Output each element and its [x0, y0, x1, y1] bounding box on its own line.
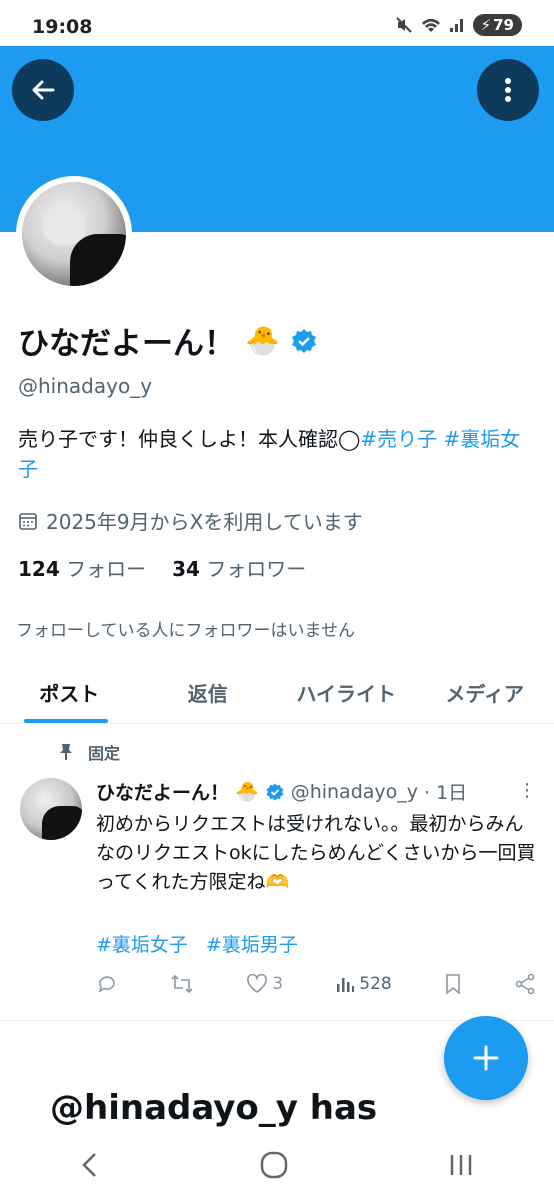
recents-icon: [450, 1155, 472, 1175]
status-icons: ⚡ 79: [395, 14, 522, 36]
heart-icon: [247, 974, 268, 993]
tab-highlights[interactable]: ハイライト: [277, 664, 416, 723]
bio-hashtag[interactable]: #売り子: [360, 427, 437, 451]
reply-button[interactable]: [96, 973, 118, 995]
tab-replies[interactable]: 返信: [139, 664, 278, 723]
plus-icon: [473, 1045, 499, 1071]
nav-home-button[interactable]: [259, 1150, 289, 1184]
verified-badge-icon: [266, 782, 284, 801]
post-hashtag[interactable]: #裏垢男子: [206, 930, 298, 957]
status-bar: 19:08 ⚡ 79: [0, 0, 554, 50]
tab-media[interactable]: メディア: [416, 664, 554, 723]
compose-post-button[interactable]: [444, 1016, 528, 1100]
views-icon: [337, 978, 355, 992]
charging-icon: ⚡: [480, 16, 492, 34]
repost-icon: [171, 974, 193, 994]
signal-icon: [449, 19, 463, 32]
views-button[interactable]: 528: [335, 974, 392, 994]
joined-text: 2025年9月からXを利用しています: [46, 510, 363, 534]
post-time: · 1日: [424, 782, 468, 804]
system-nav-bar: [0, 1134, 554, 1200]
calendar-icon: [19, 512, 37, 530]
mutual-followers-note: フォローしている人にフォロワーはいません: [16, 621, 355, 641]
active-tab-indicator: [24, 719, 108, 723]
bio-text: 売り子です！仲良くしよ！本人確認◯: [18, 427, 361, 451]
avatar-image: [22, 182, 126, 286]
mute-icon: [395, 17, 412, 33]
wifi-icon: [421, 18, 440, 32]
post-author-avatar[interactable]: [20, 778, 82, 840]
bookmark-icon: [446, 974, 460, 995]
battery-indicator: ⚡ 79: [472, 14, 522, 36]
protected-notice-title: @hinadayo_y has: [50, 1088, 378, 1128]
more-options-button[interactable]: [477, 59, 539, 121]
following-link[interactable]: 124 フォロー: [18, 553, 146, 582]
profile-bio: 売り子です！仲良くしよ！本人確認◯#売り子 #裏垢女子: [18, 424, 538, 484]
reply-icon: [98, 976, 115, 993]
post-actions: 3 528: [96, 973, 536, 995]
arrow-left-icon: [32, 80, 55, 100]
home-circle-icon: [260, 1151, 288, 1179]
share-button[interactable]: [514, 973, 536, 995]
back-button[interactable]: [12, 59, 74, 121]
display-name: ひなだよーん！: [18, 326, 235, 362]
like-count: 3: [272, 974, 284, 994]
bookmark-button[interactable]: [444, 973, 462, 995]
tab-posts[interactable]: ポスト: [0, 664, 139, 723]
chick-emoji: 🐣: [235, 781, 259, 803]
followers-link[interactable]: 34 フォロワー: [172, 553, 306, 582]
repost-button[interactable]: [170, 973, 194, 995]
status-time: 19:08: [32, 16, 93, 38]
profile-avatar[interactable]: [16, 176, 132, 292]
post-text: 初めからリクエストは受けれない。。最初からみんなのリクエストokにしたらめんどく…: [96, 813, 536, 893]
post-more-button[interactable]: ⋮: [518, 780, 536, 801]
post-hashtags: #裏垢女子 #裏垢男子: [96, 930, 298, 957]
share-icon: [515, 973, 535, 995]
chevron-left-icon: [82, 1153, 96, 1177]
profile-tabs: ポスト 返信 ハイライト メディア: [0, 664, 554, 724]
post-author-name[interactable]: ひなだよーん！: [96, 778, 229, 805]
chick-emoji: 🐣: [245, 324, 280, 357]
pinned-indicator: 固定: [58, 740, 120, 764]
view-count: 528: [359, 974, 392, 994]
post-hashtag[interactable]: #裏垢女子: [96, 930, 188, 957]
nav-back-button[interactable]: [79, 1151, 101, 1183]
nav-recents-button[interactable]: [447, 1152, 475, 1182]
pin-icon: [60, 744, 72, 760]
joined-date: 2025年9月からXを利用しています: [18, 506, 363, 535]
like-button[interactable]: 3: [246, 974, 283, 994]
more-vertical-icon: [505, 78, 511, 102]
post-author-handle: @hinadayo_y: [290, 780, 419, 803]
profile-name-row: ひなだよーん！ 🐣: [18, 318, 318, 363]
follow-stats: 124 フォロー 34 フォロワー: [18, 553, 306, 582]
post-header: ひなだよーん！ 🐣 @hinadayo_y · 1日: [96, 778, 536, 805]
verified-badge-icon: [291, 328, 316, 353]
profile-handle: @hinadayo_y: [18, 374, 153, 398]
